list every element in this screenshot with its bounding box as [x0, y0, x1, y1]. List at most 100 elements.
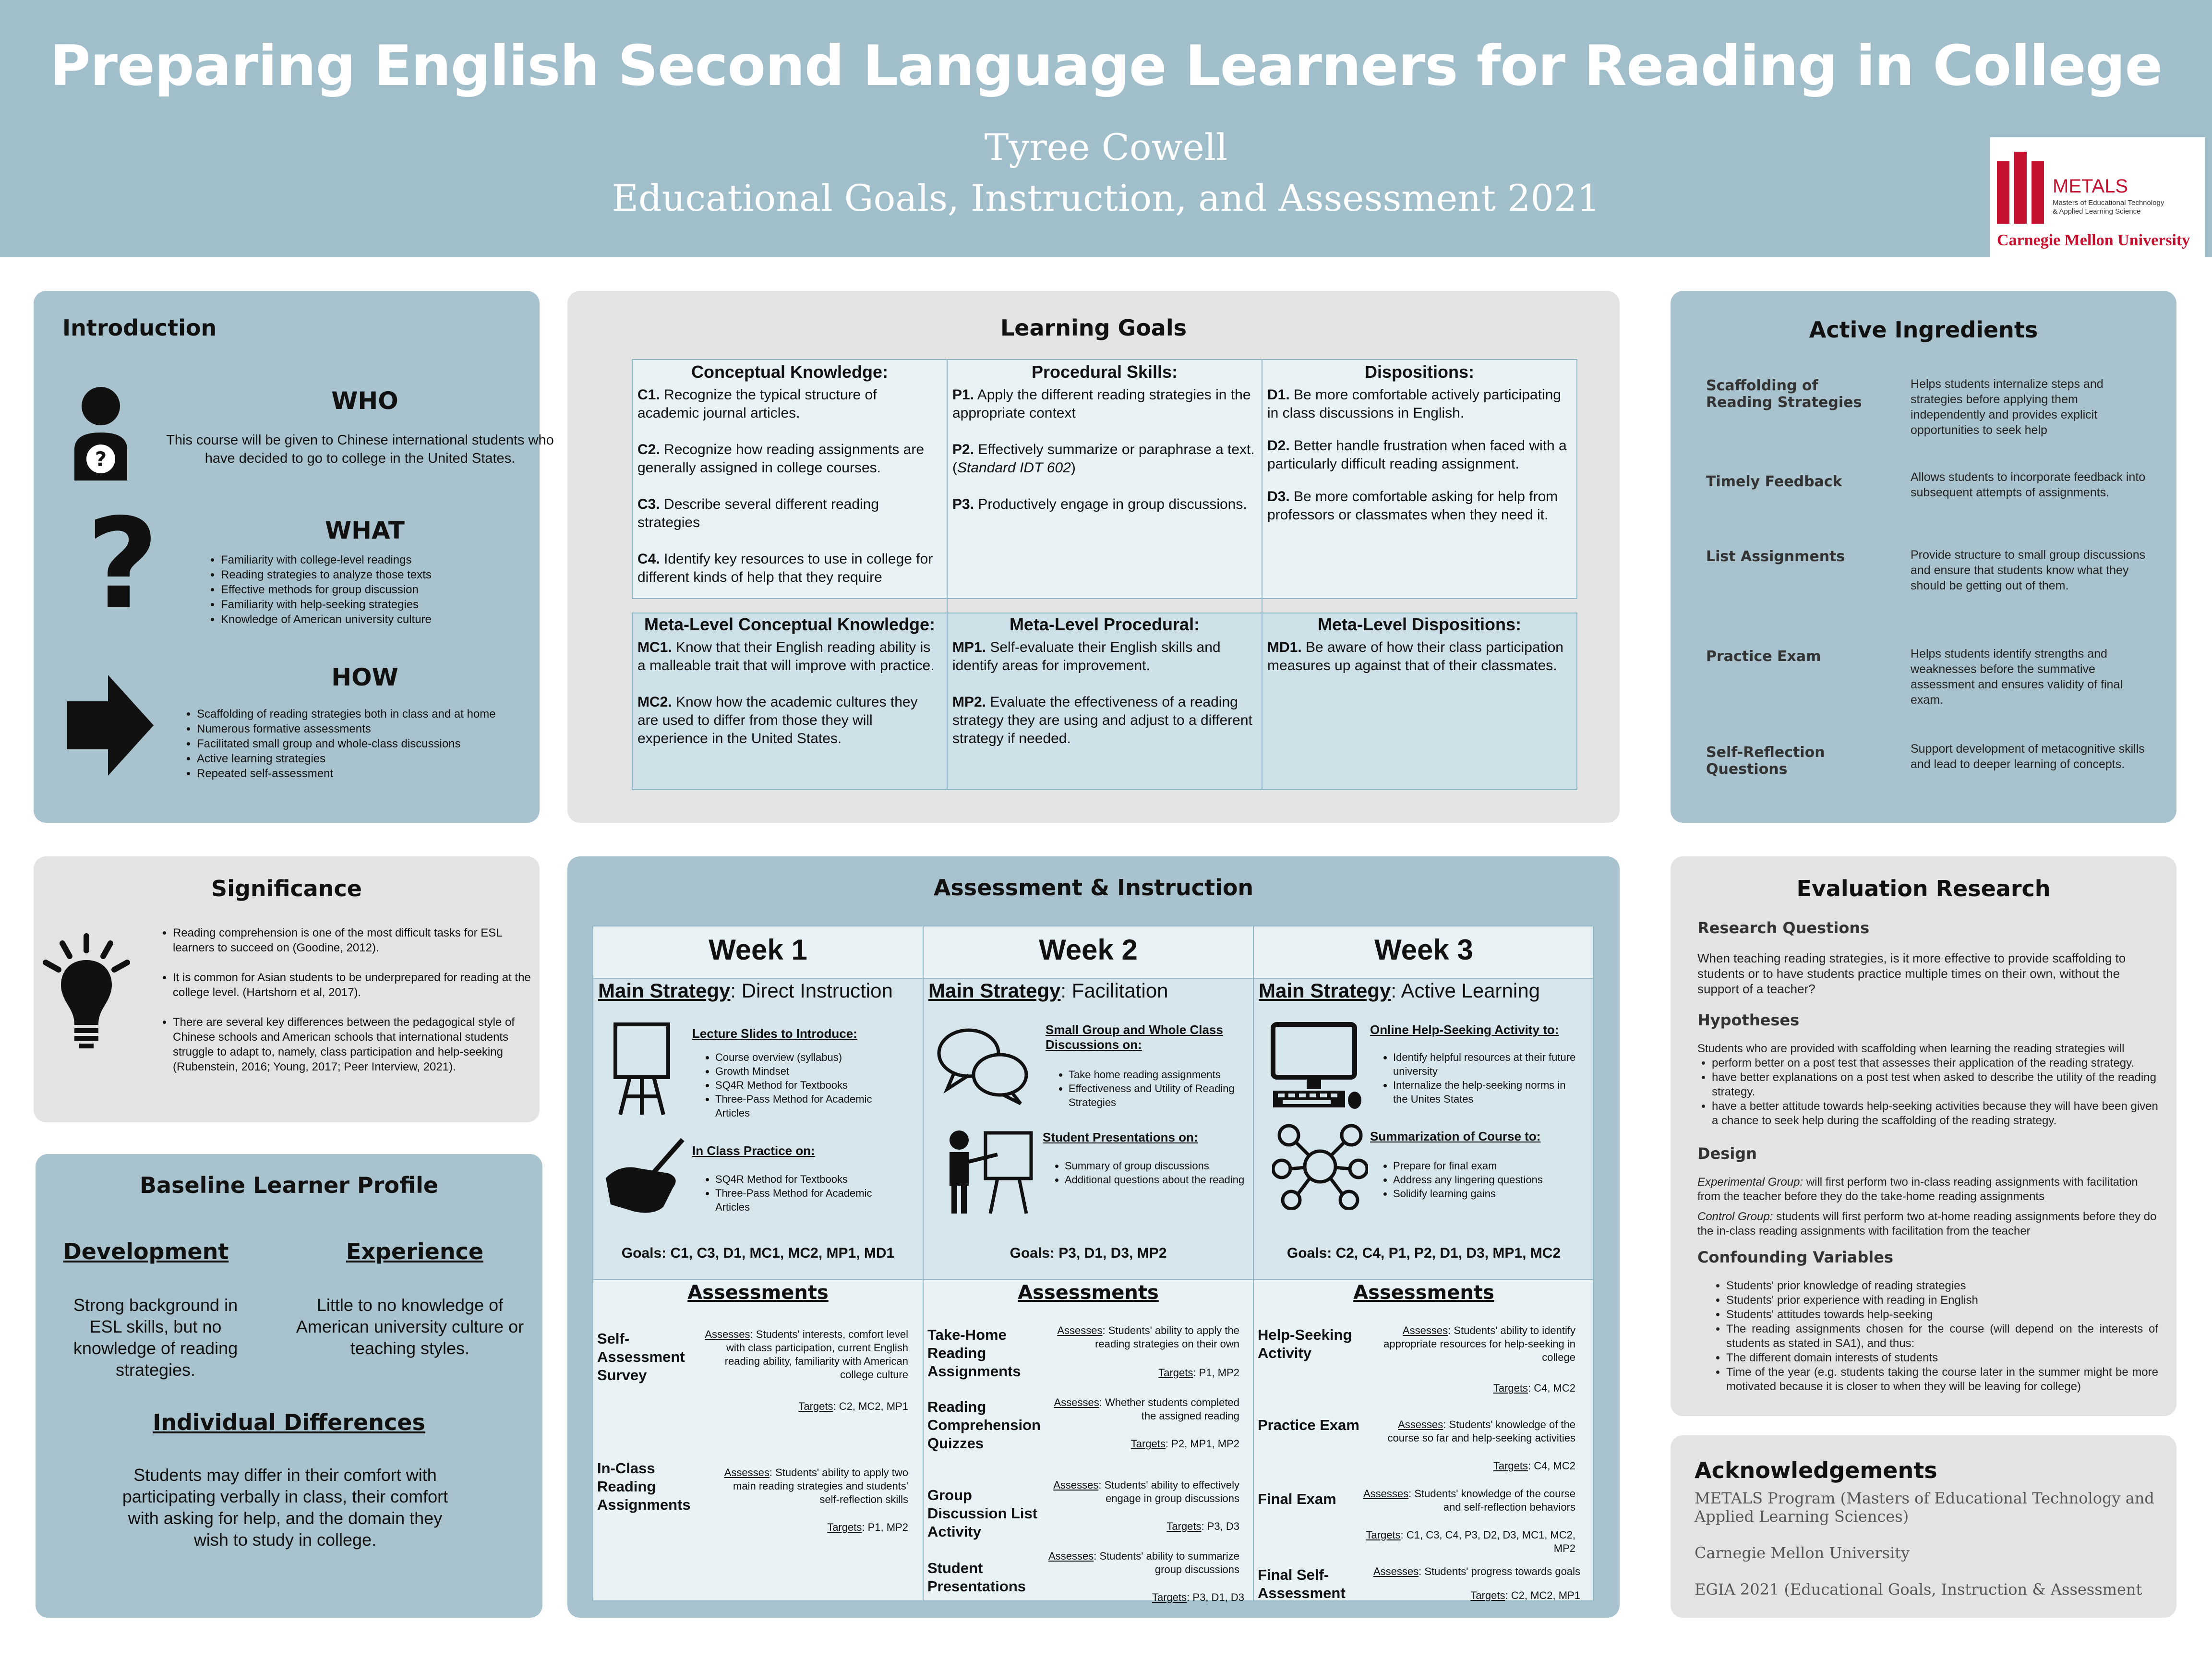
- how-item: Numerous formative assessments: [197, 721, 528, 736]
- hypotheses-title: Hypotheses: [1697, 1011, 1800, 1029]
- design-title: Design: [1697, 1144, 1757, 1163]
- writing-hand-icon: [606, 1138, 685, 1213]
- what-item: Effective methods for group discussion: [221, 582, 538, 597]
- block-heading: Lecture Slides to Introduce:: [692, 1026, 857, 1041]
- block-list: Summary of group discussions Additional …: [1046, 1159, 1247, 1187]
- logo-cmu-text: Carnegie Mellon University: [1997, 231, 2190, 249]
- assessment-name: In-Class Reading Assignments: [597, 1460, 691, 1513]
- block-heading: Summarization of Course to:: [1370, 1129, 1541, 1143]
- poster-title: Preparing English Second Language Learne…: [49, 34, 2163, 98]
- col-heading: Dispositions:: [1364, 362, 1474, 382]
- assessment-targets: Targets: C2, MC2, MP1: [798, 1400, 908, 1412]
- assessments-heading: Assessments: [687, 1282, 829, 1304]
- assessment-targets: Targets: P3, D1, D3: [1152, 1591, 1244, 1603]
- question-mark-icon: ?: [86, 492, 159, 637]
- confounding-title: Confounding Variables: [1697, 1248, 1893, 1266]
- who-text: This course will be given to Chinese int…: [166, 433, 554, 466]
- assessment-desc: Assesses: Students' ability to summarize…: [1048, 1550, 1239, 1575]
- hypotheses-text: Students who are provided with scaffoldi…: [1697, 1042, 2158, 1128]
- assessment-name: Help-Seeking Activity: [1258, 1326, 1352, 1361]
- week-divider: [1253, 926, 1254, 1601]
- week-2-heading: Week 2: [1039, 934, 1138, 966]
- acknowledgements-title: Acknowledgements: [1695, 1457, 1937, 1483]
- assessment-name: Final Exam: [1258, 1491, 1336, 1507]
- logo-sub1: Masters of Educational Technology: [2053, 199, 2164, 207]
- evaluation-title: Evaluation Research: [1796, 876, 2051, 902]
- week-2-goals: Goals: P3, D1, D3, MP2: [1010, 1245, 1167, 1261]
- week-2-strategy: Main Strategy: Facilitation: [928, 979, 1168, 1002]
- what-list: Familiarity with college-level readings …: [202, 553, 538, 627]
- what-item: Reading strategies to analyze those text…: [221, 567, 538, 582]
- logo-sub2: & Applied Learning Science: [2053, 207, 2141, 216]
- assessment-desc: Assesses: Students' knowledge of the cou…: [1363, 1488, 1575, 1513]
- how-item: Scaffolding of reading strategies both i…: [197, 707, 528, 721]
- how-list: Scaffolding of reading strategies both i…: [178, 707, 528, 781]
- assessment-name: Student Presentations: [927, 1560, 1026, 1595]
- svg-text:?: ?: [95, 447, 107, 471]
- ingredient-desc: Helps students identify strengths and we…: [1911, 647, 2123, 707]
- how-item: Active learning strategies: [197, 751, 528, 766]
- assessment-desc: Assesses: Students' interests, comfort l…: [705, 1328, 908, 1381]
- col-heading: Conceptual Knowledge:: [691, 362, 888, 382]
- easel-icon: [613, 1022, 670, 1115]
- experience-title: Experience: [346, 1238, 484, 1264]
- col-heading: Procedural Skills:: [1031, 362, 1178, 382]
- person-question-icon: ?: [74, 387, 127, 481]
- ingredient-desc: Helps students internalize steps and str…: [1911, 377, 2104, 437]
- col-heading: Meta-Level Conceptual Knowledge:: [644, 614, 936, 634]
- design-experimental: Experimental Group: will first perform t…: [1697, 1176, 2138, 1203]
- ack-item: EGIA 2021 (Educational Goals, Instructio…: [1695, 1580, 2142, 1599]
- assessment-desc: Assesses: Students' knowledge of the cou…: [1387, 1419, 1575, 1444]
- assessment-targets: Targets: C2, MC2, MP1: [1470, 1589, 1580, 1601]
- experience-text: Little to no knowledge of American unive…: [296, 1295, 524, 1358]
- block-list: Prepare for final exam Address any linge…: [1374, 1159, 1580, 1201]
- who-title: WHO: [331, 387, 398, 415]
- ack-item: METALS Program (Masters of Educational T…: [1695, 1489, 2154, 1526]
- arrow-right-icon: [67, 675, 154, 776]
- week-3-heading: Week 3: [1374, 934, 1473, 966]
- col-heading: Meta-Level Procedural:: [1009, 614, 1200, 634]
- block-list: SQ4R Method for Textbooks Three-Pass Met…: [696, 1172, 907, 1214]
- dispositions-col: Dispositions: D1. Be more comfortable ac…: [1262, 363, 1576, 524]
- learning-goals-title: Learning Goals: [1000, 315, 1187, 341]
- acknowledgements-panel: Acknowledgements METALS Program (Masters…: [1671, 1435, 2176, 1618]
- what-item: Familiarity with college-level readings: [221, 553, 538, 567]
- week-1-heading: Week 1: [709, 934, 807, 966]
- block-heading: In Class Practice on:: [692, 1143, 815, 1158]
- assessment-desc: Assesses: Whether students completed the…: [1054, 1396, 1239, 1422]
- week-3-strategy: Main Strategy: Active Learning: [1259, 979, 1540, 1002]
- block-list: Take home reading assignments Effectiven…: [1049, 1068, 1251, 1109]
- significance-title: Significance: [211, 876, 362, 902]
- ingredient-desc: Provide structure to small group discuss…: [1911, 548, 2146, 592]
- assessment-targets: Targets: P3, D3: [1166, 1520, 1239, 1532]
- meta-procedural-col: Meta-Level Procedural: MP1. Self-evaluat…: [948, 615, 1262, 748]
- ack-item: Carnegie Mellon University: [1695, 1544, 1910, 1562]
- block-heading: Online Help-Seeking Activity to:: [1370, 1022, 1559, 1037]
- assessment-targets: Targets: C4, MC2: [1493, 1382, 1575, 1394]
- assessment-name: Final Self-Assessment: [1258, 1566, 1346, 1601]
- metals-cmu-logo: METALS Masters of Educational Technology…: [1990, 137, 2205, 257]
- assessment-desc: Assesses: Students' ability to identify …: [1383, 1324, 1575, 1363]
- assessment-targets: Targets: C4, MC2: [1493, 1460, 1575, 1472]
- meta-conceptual-col: Meta-Level Conceptual Knowledge: MC1. Kn…: [633, 615, 947, 748]
- assessment-desc: Assesses: Students' progress towards goa…: [1373, 1565, 1580, 1577]
- research-questions-title: Research Questions: [1697, 919, 1870, 937]
- assessment-name: Take-Home Reading Assignments: [927, 1326, 1021, 1380]
- ingredient-label: Timely Feedback: [1706, 473, 1842, 490]
- ingredient-label: Practice Exam: [1706, 648, 1821, 665]
- baseline-panel: Baseline Learner Profile Development Str…: [36, 1154, 542, 1618]
- speech-bubbles-icon: [937, 1028, 1028, 1106]
- introduction-title: Introduction: [62, 315, 217, 341]
- logo-metals-text: METALS: [2053, 176, 2128, 197]
- how-item: Facilitated small group and whole-class …: [197, 736, 528, 751]
- block-heading: Small Group and Whole Class Discussions …: [1046, 1022, 1223, 1052]
- confounding-list: Students' prior knowledge of reading str…: [1712, 1279, 2158, 1394]
- block-list: Course overview (syllabus) Growth Mindse…: [696, 1050, 907, 1120]
- week-1-goals: Goals: C1, C3, D1, MC1, MC2, MP1, MD1: [621, 1245, 895, 1261]
- col-heading: Meta-Level Dispositions:: [1317, 614, 1522, 634]
- significance-item: There are several key differences betwee…: [173, 1015, 533, 1074]
- how-title: HOW: [331, 663, 398, 691]
- assessment-desc: Assesses: Students' ability to apply the…: [1057, 1324, 1239, 1350]
- assessment-desc: Assesses: Students' ability to apply two…: [724, 1467, 908, 1505]
- assessment-name: Reading Comprehension Quizzes: [927, 1398, 1041, 1452]
